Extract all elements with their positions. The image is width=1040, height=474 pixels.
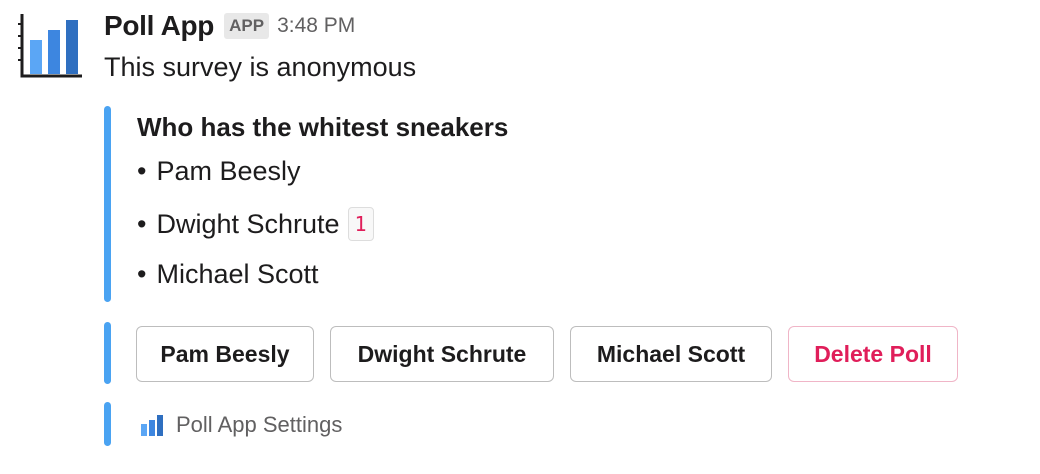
attachment-bar	[104, 402, 111, 446]
vote-michael-scott-button[interactable]: Michael Scott	[570, 326, 772, 382]
poll-option-label: Pam Beesly	[156, 156, 301, 186]
poll-app-settings-link[interactable]: Poll App Settings	[140, 412, 342, 438]
bullet: •	[137, 259, 147, 289]
poll-option: • Michael Scott	[137, 259, 319, 290]
app-badge: APP	[224, 13, 270, 39]
attachment-bar	[104, 106, 111, 302]
poll-question: Who has the whitest sneakers	[137, 112, 509, 142]
poll-option: • Pam Beesly	[137, 156, 301, 187]
message-header: Poll App APP 3:48 PM	[104, 8, 355, 44]
bullet: •	[137, 156, 147, 186]
vote-count-badge: 1	[347, 207, 374, 241]
bullet: •	[137, 208, 147, 239]
bar-chart-icon	[141, 415, 163, 436]
vote-dwight-schrute-button[interactable]: Dwight Schrute	[330, 326, 554, 382]
attachment-bar	[104, 322, 111, 384]
poll-option-label: Dwight Schrute	[156, 208, 340, 239]
poll-option-label: Michael Scott	[156, 259, 319, 289]
timestamp[interactable]: 3:48 PM	[277, 14, 355, 38]
bar-chart-icon	[18, 14, 82, 78]
settings-label: Poll App Settings	[176, 412, 343, 437]
message-text: This survey is anonymous	[104, 52, 417, 82]
app-name[interactable]: Poll App	[104, 10, 214, 42]
vote-pam-beesly-button[interactable]: Pam Beesly	[136, 326, 314, 382]
poll-option: • Dwight Schrute 1	[137, 207, 374, 241]
delete-poll-button[interactable]: Delete Poll	[788, 326, 958, 382]
